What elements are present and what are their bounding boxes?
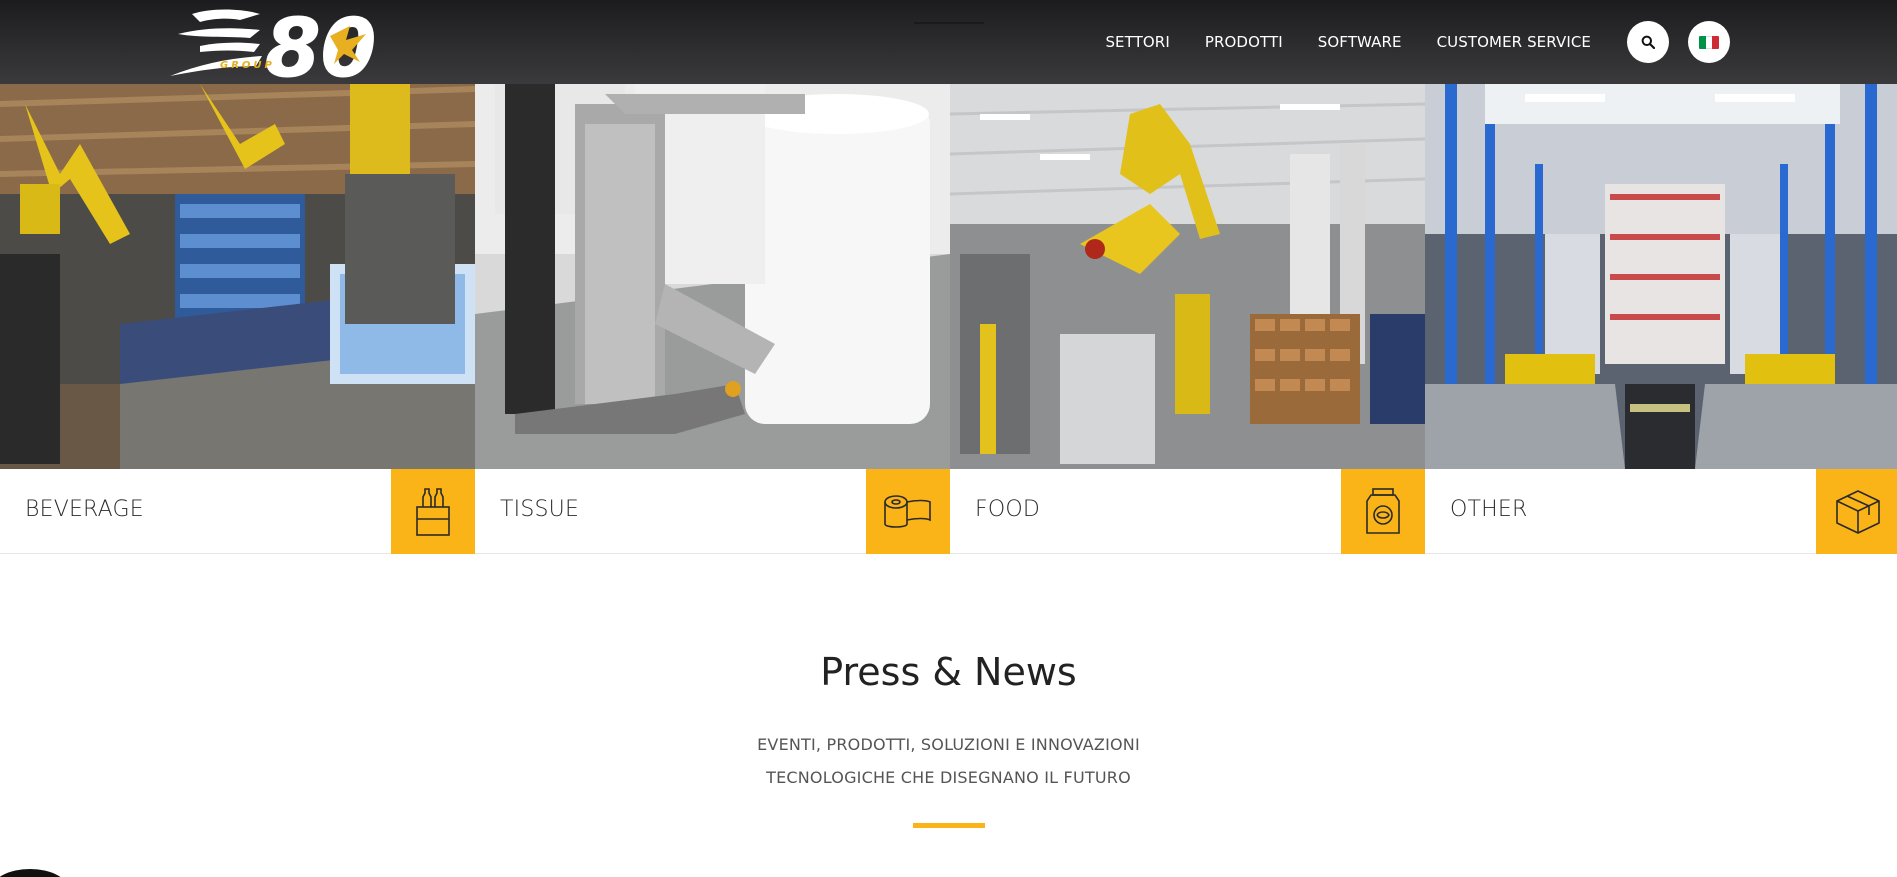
sector-icon-box xyxy=(1816,469,1897,554)
sector-label: FOOD xyxy=(975,497,1041,522)
sector-icon-box xyxy=(1341,469,1425,554)
main-nav: SETTORI PRODOTTI SOFTWARE CUSTOMER SERVI… xyxy=(1105,0,1591,84)
food-jar-icon xyxy=(1366,487,1400,534)
accent-divider xyxy=(913,823,985,828)
search-icon xyxy=(1641,35,1655,49)
other-photo xyxy=(1425,84,1897,469)
nav-software[interactable]: SOFTWARE xyxy=(1318,33,1402,51)
nav-settori[interactable]: SETTORI xyxy=(1105,33,1169,51)
chat-widget-button[interactable] xyxy=(0,869,68,877)
eagle-logo-icon: 80 GROUP xyxy=(170,2,377,96)
box-icon xyxy=(1836,489,1880,534)
sector-icon-box xyxy=(391,469,475,554)
sector-label: TISSUE xyxy=(500,497,580,522)
search-button[interactable] xyxy=(1627,21,1669,63)
beverage-photo xyxy=(0,84,475,469)
press-subtitle-line1: EVENTI, PRODOTTI, SOLUZIONI E INNOVAZION… xyxy=(757,735,1140,754)
sector-other[interactable]: OTHER xyxy=(1425,84,1897,554)
sector-beverage[interactable]: BEVERAGE xyxy=(0,84,475,554)
tissue-photo xyxy=(475,84,950,469)
tissue-roll-icon xyxy=(884,494,931,528)
language-button[interactable] xyxy=(1688,21,1730,63)
press-subtitle-line2: TECNOLOGICHE CHE DISEGNANO IL FUTURO xyxy=(766,768,1131,787)
italian-flag-icon xyxy=(1699,35,1719,49)
sector-food[interactable]: FOOD xyxy=(950,84,1425,554)
header-divider xyxy=(914,22,984,24)
logo[interactable]: 80 GROUP xyxy=(170,2,406,96)
sector-label: OTHER xyxy=(1450,497,1528,522)
sector-icon-box xyxy=(866,469,950,554)
press-title: Press & News xyxy=(820,650,1077,694)
nav-customer-service[interactable]: CUSTOMER SERVICE xyxy=(1437,33,1591,51)
svg-text:GROUP: GROUP xyxy=(220,60,275,71)
svg-text:80: 80 xyxy=(265,6,376,80)
sectors-grid: BEVERAGE TISSUE FOOD OTHER xyxy=(0,84,1897,554)
site-header: 80 GROUP SETTORI PRODOTTI SOFTWARE CUSTO… xyxy=(0,0,1897,96)
sector-tissue[interactable]: TISSUE xyxy=(475,84,950,554)
food-photo xyxy=(950,84,1425,469)
sector-label: BEVERAGE xyxy=(25,497,144,522)
nav-prodotti[interactable]: PRODOTTI xyxy=(1205,33,1283,51)
bottles-icon xyxy=(416,487,450,536)
